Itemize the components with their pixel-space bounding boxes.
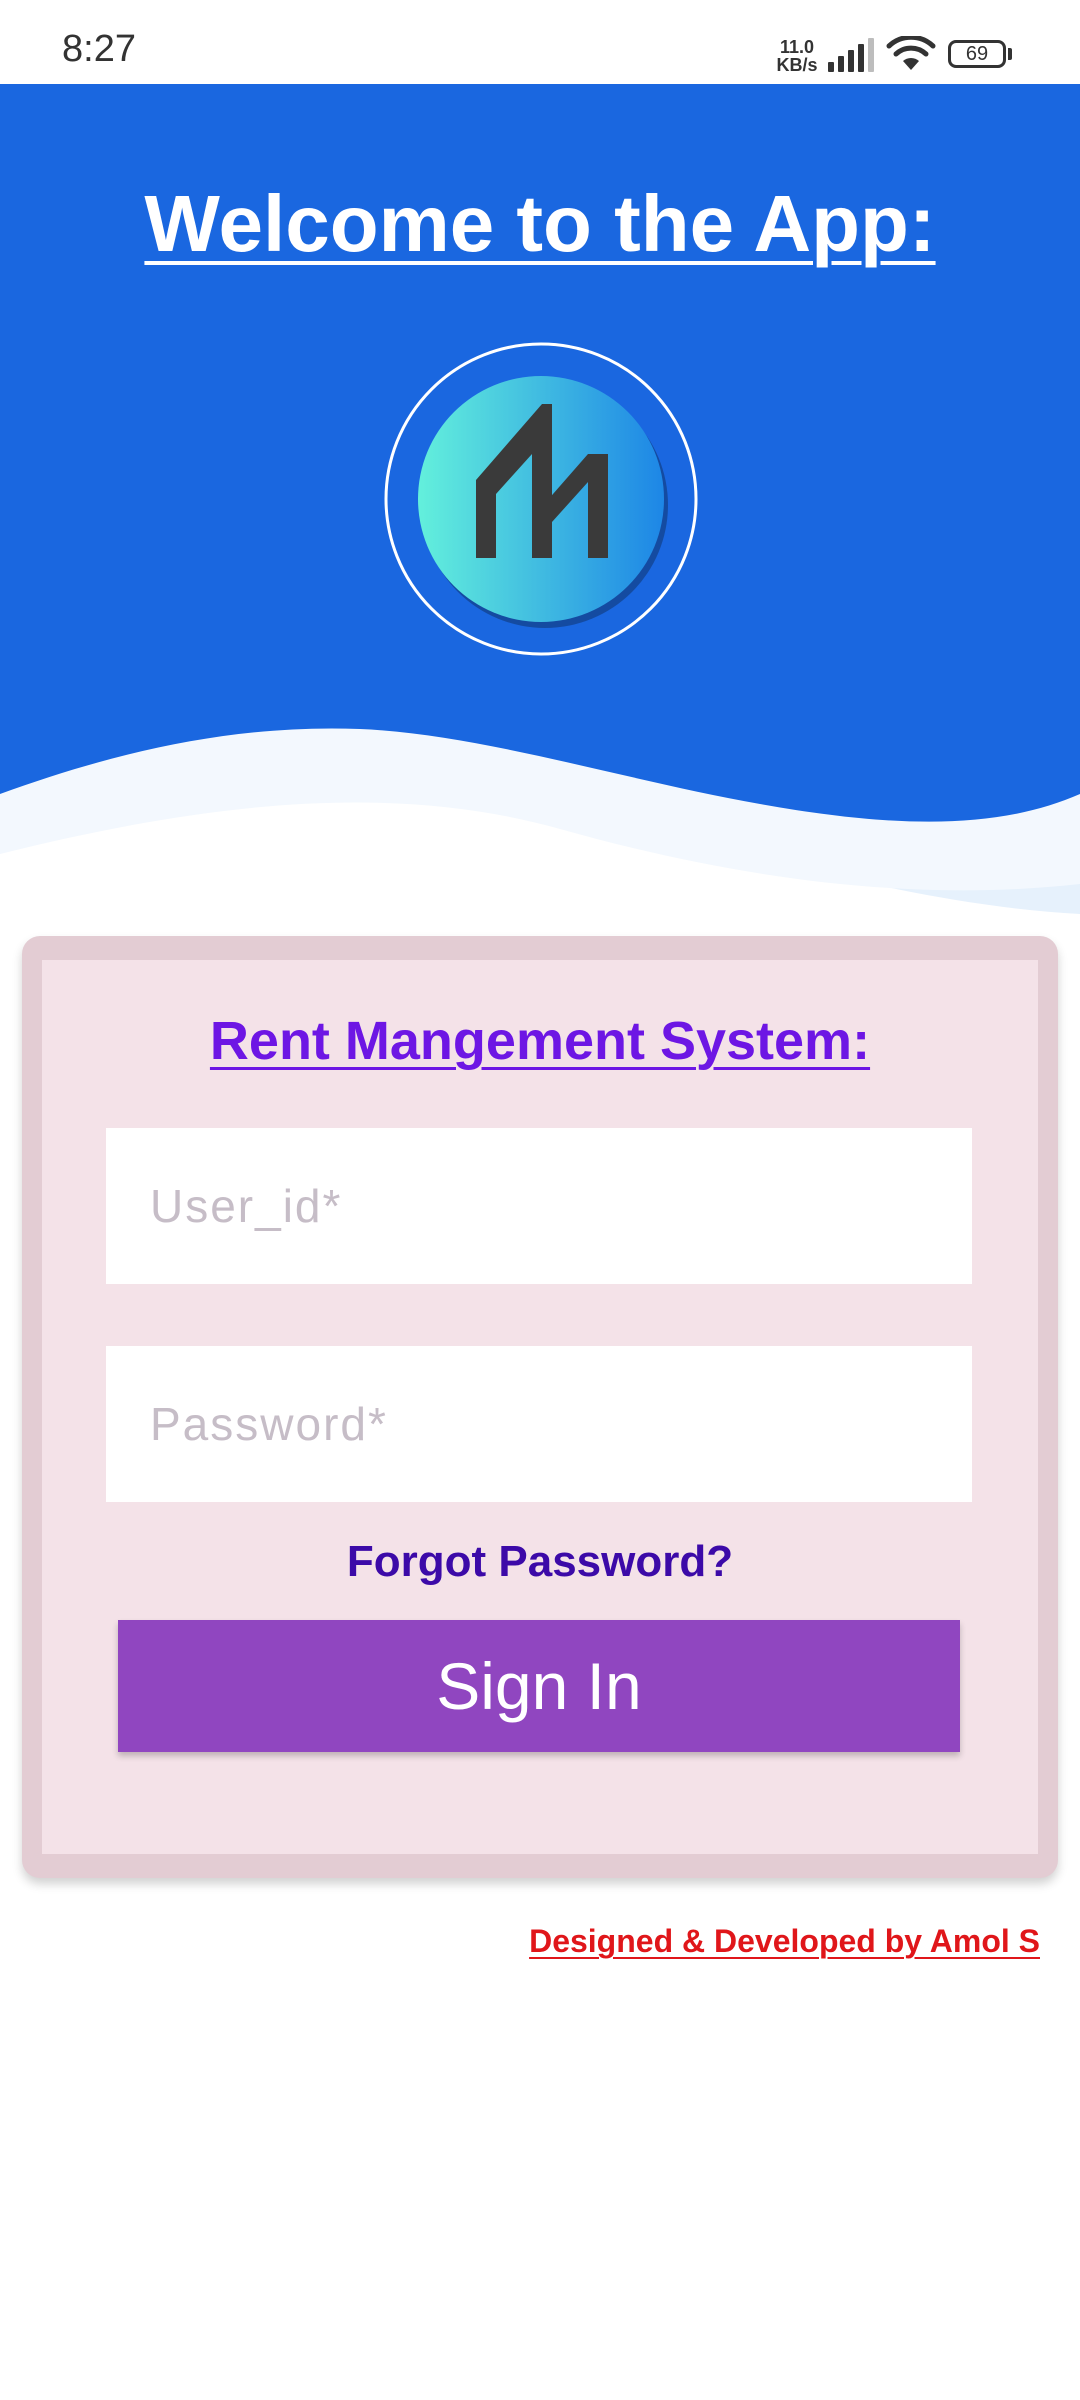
- forgot-password-link[interactable]: Forgot Password?: [42, 1537, 1038, 1586]
- network-speed-value: 11.0: [779, 37, 815, 57]
- battery-level: 69: [948, 40, 1006, 68]
- login-card: Rent Mangement System: Forgot Password? …: [22, 936, 1058, 1878]
- battery-tip: [1008, 48, 1012, 60]
- password-input[interactable]: [106, 1346, 972, 1502]
- user-id-input[interactable]: [106, 1128, 972, 1284]
- status-time: 8:27: [62, 28, 136, 70]
- network-speed: 11.0 KB/s: [772, 38, 822, 74]
- developer-credits-link[interactable]: Designed & Developed by Amol S: [529, 1923, 1040, 1959]
- status-bar: 8:27 11.0 KB/s 69: [0, 0, 1080, 84]
- login-title: Rent Mangement System:: [209, 1011, 871, 1071]
- login-card-inner: Rent Mangement System: Forgot Password? …: [42, 960, 1038, 1854]
- header-banner: Welcome to the App:: [0, 84, 1080, 914]
- wifi-icon: [886, 36, 936, 70]
- network-speed-unit: KB/s: [776, 55, 818, 75]
- welcome-title: Welcome to the App:: [144, 179, 936, 268]
- app-logo-icon: [384, 342, 698, 656]
- battery-icon: 69: [948, 40, 1012, 68]
- cellular-signal-icon: [828, 38, 874, 72]
- sign-in-button[interactable]: Sign In: [118, 1620, 960, 1752]
- login-screen: 8:27 11.0 KB/s 69 Welcome to the App: Re…: [0, 0, 1080, 2400]
